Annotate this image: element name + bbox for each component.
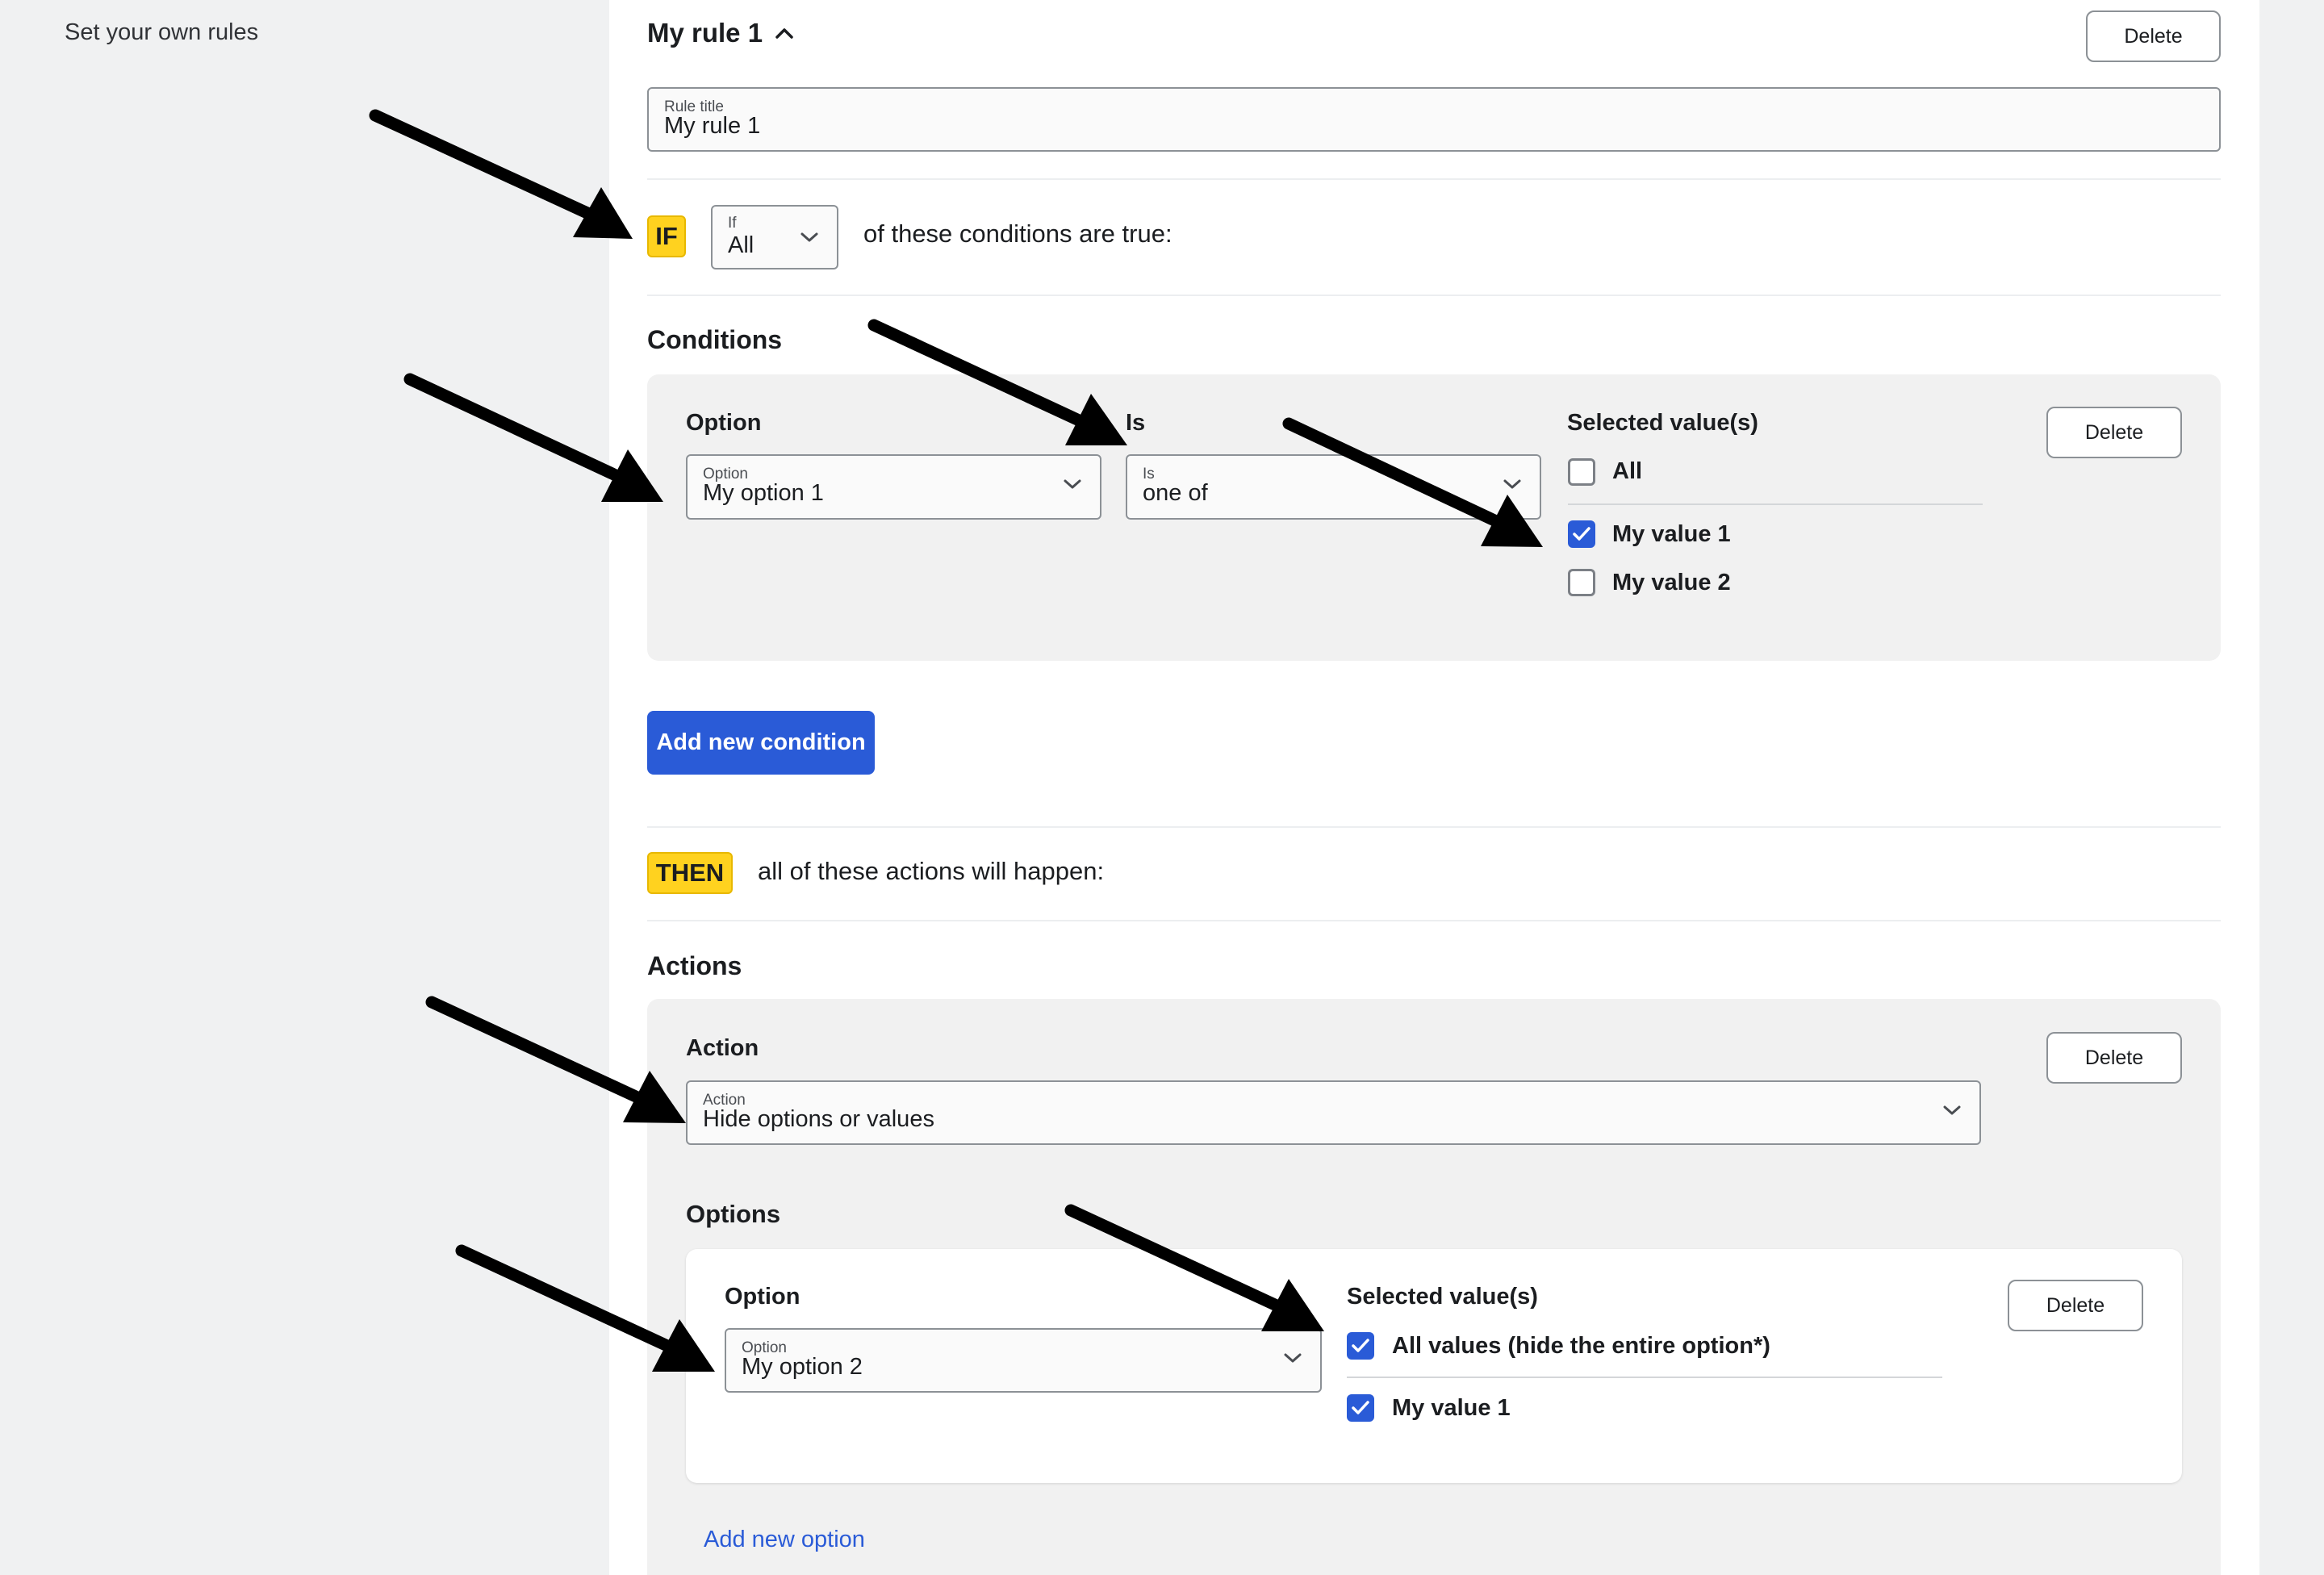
then-actions-text: all of these actions will happen: [758, 857, 1105, 885]
field-value: Hide options or values [703, 1106, 934, 1132]
add-new-option-link[interactable]: Add new option [704, 1527, 865, 1553]
condition-is-select[interactable]: Is one of [1126, 454, 1541, 520]
checkbox-label: My value 1 [1612, 521, 1731, 547]
checkbox-label: All [1612, 458, 1643, 484]
sidebar-label: Set your own rules [65, 19, 259, 45]
rule-header[interactable]: My rule 1 [647, 18, 793, 48]
divider [1347, 1377, 1942, 1378]
checkbox-all[interactable] [1568, 458, 1595, 486]
rule-title-field[interactable]: Rule title My rule 1 [647, 87, 2221, 152]
field-value: My option 1 [703, 480, 824, 506]
conditions-heading: Conditions [647, 325, 783, 354]
field-value: My option 2 [742, 1354, 863, 1380]
delete-rule-button[interactable]: Delete [2086, 10, 2221, 62]
checkmark-icon [1352, 1401, 1369, 1414]
delete-action-button[interactable]: Delete [2046, 1032, 2182, 1084]
chevron-down-icon [1284, 1353, 1302, 1363]
field-value: All [728, 232, 754, 258]
chevron-down-icon [1943, 1105, 1961, 1115]
option-column-label: Option [725, 1284, 800, 1310]
checkbox-my-value-1[interactable] [1568, 520, 1595, 548]
delete-option-button[interactable]: Delete [2008, 1280, 2143, 1331]
if-conditions-text: of these conditions are true: [863, 219, 1172, 248]
field-value: My rule 1 [664, 113, 761, 139]
action-option-select[interactable]: Option My option 2 [725, 1328, 1322, 1393]
divider [647, 826, 2221, 828]
delete-condition-button[interactable]: Delete [2046, 407, 2182, 458]
checkmark-icon [1573, 527, 1590, 541]
options-heading: Options [686, 1200, 781, 1228]
checkmark-icon [1352, 1339, 1369, 1352]
add-new-condition-button[interactable]: Add new condition [647, 711, 875, 775]
divider [1568, 503, 1983, 505]
checkbox-all-values[interactable] [1347, 1332, 1374, 1360]
chevron-down-icon [1064, 479, 1081, 489]
arrow-icon [369, 109, 633, 239]
option-column-label: Option [686, 410, 762, 436]
is-column-label: Is [1126, 410, 1146, 436]
selected-values-column-label: Selected value(s) [1567, 410, 1758, 436]
checkbox-label: My value 1 [1392, 1395, 1511, 1421]
selected-values-column-label: Selected value(s) [1347, 1284, 1538, 1310]
if-select[interactable]: If All [711, 205, 838, 269]
checkbox-my-value-1[interactable] [1347, 1394, 1374, 1422]
rule-title-text: My rule 1 [647, 18, 763, 48]
then-badge: THEN [647, 852, 733, 894]
condition-option-select[interactable]: Option My option 1 [686, 454, 1101, 520]
chevron-down-icon [800, 232, 818, 242]
checkbox-label: My value 2 [1612, 570, 1731, 595]
checkbox-my-value-2[interactable] [1568, 569, 1595, 596]
if-badge: IF [647, 215, 686, 257]
field-label: If [728, 215, 737, 232]
field-value: one of [1143, 480, 1208, 506]
divider [647, 178, 2221, 180]
divider [647, 920, 2221, 921]
chevron-up-icon [775, 28, 793, 39]
actions-heading: Actions [647, 951, 742, 980]
chevron-down-icon [1503, 479, 1521, 489]
action-column-label: Action [686, 1035, 759, 1061]
divider [647, 295, 2221, 296]
action-select[interactable]: Action Hide options or values [686, 1080, 1981, 1145]
checkbox-label: All values (hide the entire option*) [1392, 1333, 1770, 1359]
